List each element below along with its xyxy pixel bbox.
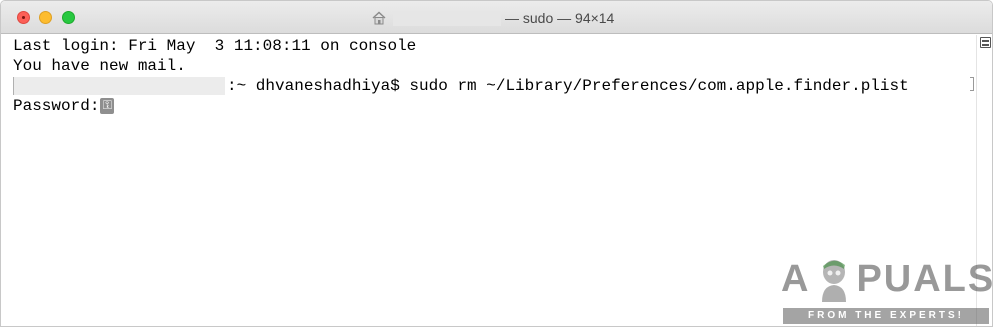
zoom-button[interactable] — [62, 11, 75, 24]
title-bar[interactable]: — sudo — 94×14 — [1, 1, 992, 34]
prompt-command: :~ dhvaneshadhiya$ sudo rm ~/Library/Pre… — [227, 77, 909, 95]
password-line[interactable]: Password: ⚿ — [13, 96, 976, 116]
home-folder-icon — [372, 11, 386, 25]
key-cursor-icon: ⚿ — [100, 98, 115, 114]
password-label: Password: — [13, 97, 100, 115]
redacted-hostname — [13, 77, 225, 95]
window-title: — sudo — 94×14 — [505, 10, 615, 26]
minimize-button[interactable] — [39, 11, 52, 24]
terminal-line: You have new mail. — [13, 57, 186, 75]
appuals-watermark: A PUALS FROM THE EXPERTS! — [781, 256, 993, 326]
mascot-icon — [822, 260, 847, 302]
terminal-line: Last login: Fri May 3 11:08:11 on consol… — [13, 37, 417, 55]
close-button[interactable] — [17, 11, 30, 24]
prompt-line: :~ dhvaneshadhiya$ sudo rm ~/Library/Pre… — [13, 76, 976, 96]
watermark-letter-a: A — [781, 257, 811, 300]
watermark-logo: A PUALS — [781, 256, 993, 302]
watermark-letters: PUALS — [856, 257, 993, 300]
redacted-title-block — [393, 10, 501, 26]
selection-bracket — [970, 77, 974, 91]
terminal-window: — sudo — 94×14 Last login: Fri May 3 11:… — [0, 0, 993, 327]
split-pane-icon[interactable] — [980, 37, 991, 48]
window-title-group: — sudo — 94×14 — [371, 9, 614, 27]
watermark-subtitle: FROM THE EXPERTS! — [783, 308, 989, 324]
